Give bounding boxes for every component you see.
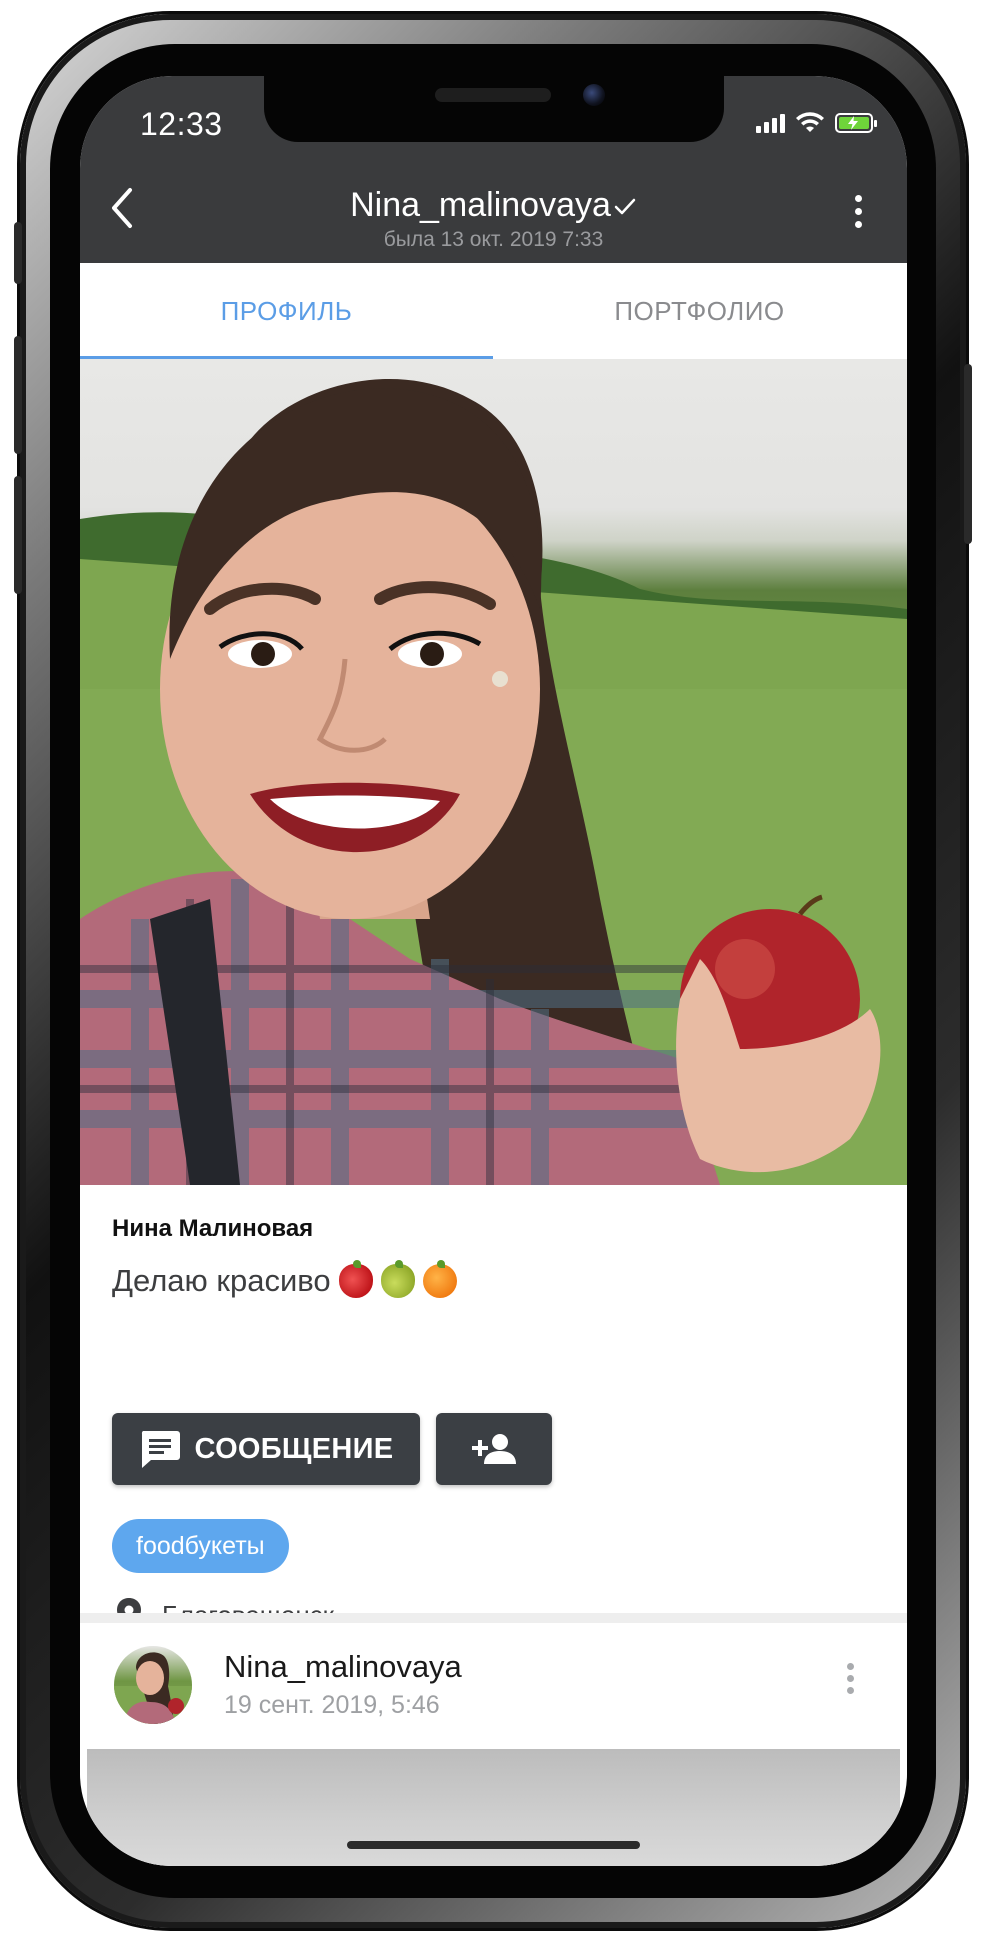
wifi-icon — [796, 112, 824, 132]
notch — [264, 76, 724, 142]
post-author-avatar[interactable] — [114, 1646, 192, 1724]
header-username: Nina_malinovaya — [350, 186, 611, 224]
strawberry-icon — [338, 1260, 373, 1298]
tab-profile[interactable]: ПРОФИЛЬ — [80, 263, 493, 359]
battery-icon — [835, 113, 877, 133]
interest-tag[interactable]: foodбукеты — [112, 1519, 289, 1573]
status-time: 12:33 — [140, 106, 223, 142]
profile-photo-illustration — [80, 378, 907, 1185]
profile-full-name: Нина Малиновая — [112, 1215, 314, 1242]
power-button — [964, 364, 972, 544]
app-header: 12:33 Nina_malinovaya была 13 окт. 2019 … — [80, 76, 907, 263]
last-seen: была 13 окт. 2019 7:33 — [383, 228, 604, 251]
status-icons — [756, 112, 877, 134]
profile-info: Нина Малиновая Делаю красиво СООБЩЕНИЕ f… — [80, 1185, 907, 1632]
message-button-label: СООБЩЕНИЕ — [194, 1432, 394, 1465]
screen: 12:33 Nina_malinovaya была 13 окт. 2019 … — [80, 76, 907, 1866]
post-date: 19 сент. 2019, 5:46 — [224, 1691, 440, 1719]
volume-down-button — [14, 476, 22, 594]
post-card: Nina_malinovaya 19 сент. 2019, 5:46 — [87, 1623, 900, 1866]
profile-username-title: Nina_malinovaya — [80, 186, 907, 225]
message-button[interactable]: СООБЩЕНИЕ — [112, 1413, 420, 1485]
tab-portfolio[interactable]: ПОРТФОЛИО — [493, 263, 906, 359]
profile-photo[interactable] — [80, 359, 907, 1185]
signal-icon — [756, 113, 785, 133]
check-icon — [614, 198, 636, 215]
bio-text: Делаю красиво — [112, 1263, 331, 1298]
post-menu-button[interactable] — [840, 1663, 860, 1709]
speaker-grille — [435, 88, 551, 102]
tangerine-icon — [422, 1260, 457, 1298]
post-author-name[interactable]: Nina_malinovaya — [224, 1649, 462, 1685]
volume-up-button — [14, 336, 22, 454]
home-indicator[interactable] — [347, 1841, 640, 1849]
header-menu-button[interactable] — [843, 186, 873, 236]
front-camera — [583, 84, 605, 106]
tab-bar: ПРОФИЛЬ ПОРТФОЛИО — [80, 263, 907, 360]
more-vertical-icon — [854, 194, 862, 202]
avatar-illustration — [114, 1652, 192, 1724]
profile-actions: СООБЩЕНИЕ — [112, 1413, 552, 1485]
profile-bio: Делаю красиво — [112, 1260, 457, 1299]
section-divider — [80, 1613, 907, 1623]
nav-row: Nina_malinovaya была 13 окт. 2019 7:33 — [80, 180, 907, 264]
chat-icon — [141, 1431, 180, 1468]
mute-switch — [14, 222, 22, 284]
more-vertical-icon — [846, 1663, 854, 1670]
pear-icon — [380, 1260, 415, 1298]
add-friend-button[interactable] — [436, 1413, 552, 1485]
person-add-icon — [472, 1434, 516, 1464]
